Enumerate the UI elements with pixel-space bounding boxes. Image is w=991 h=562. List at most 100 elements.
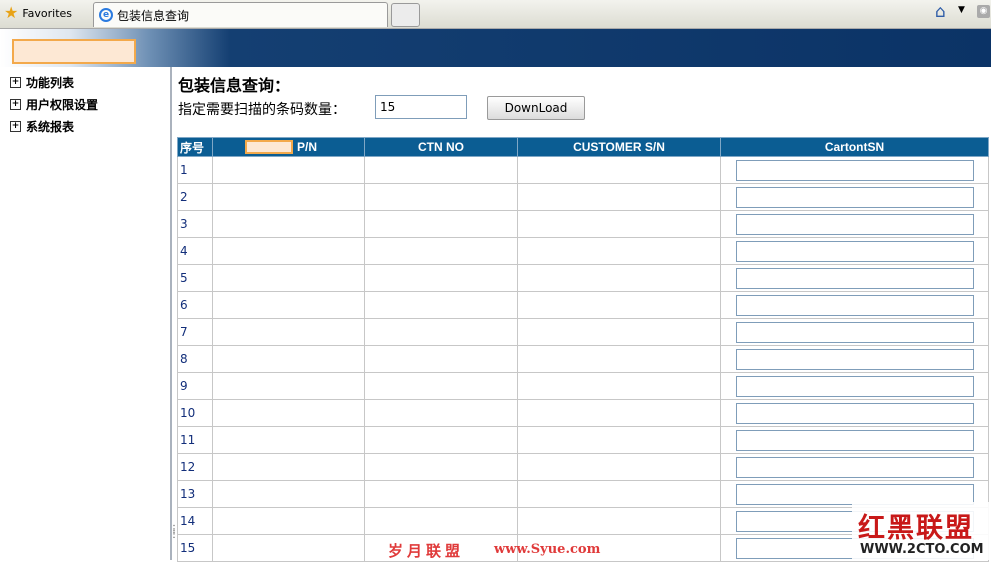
cell-customer-sn — [517, 237, 721, 265]
table-row: 11 — [177, 426, 989, 454]
cell-pn — [212, 534, 365, 562]
sidebar-item-label: 系统报表 — [26, 119, 75, 134]
table-row: 4 — [177, 237, 989, 265]
sidebar-item-function-list[interactable]: + 功能列表 — [10, 74, 74, 90]
cell-pn — [212, 210, 365, 238]
cell-customer-sn — [517, 480, 721, 508]
scan-count-input[interactable] — [375, 95, 467, 119]
table-row: 5 — [177, 264, 989, 292]
row-index: 5 — [177, 264, 213, 292]
cartont-sn-input[interactable] — [735, 240, 974, 262]
cell-ctn-no — [364, 183, 518, 211]
rss-icon[interactable]: ◉ — [977, 5, 990, 18]
cell-ctn-no — [364, 156, 518, 184]
cell-cartont-sn — [720, 345, 989, 373]
expand-icon[interactable]: + — [10, 120, 21, 132]
row-index: 3 — [177, 210, 213, 238]
cell-customer-sn — [517, 318, 721, 346]
cell-customer-sn — [517, 156, 721, 184]
table-row: 9 — [177, 372, 989, 400]
download-button[interactable]: DownLoad — [487, 96, 585, 120]
chevron-down-icon[interactable]: ▼ — [958, 5, 965, 15]
cell-ctn-no — [364, 345, 518, 373]
cartont-sn-input[interactable] — [735, 213, 974, 235]
header-banner — [0, 29, 991, 67]
page-title: 包装信息查询： — [178, 76, 291, 95]
cartont-sn-input[interactable] — [735, 186, 974, 208]
col-header-ctn-no: CTN NO — [364, 137, 518, 157]
cartont-sn-input[interactable] — [735, 321, 974, 343]
row-index: 15 — [177, 534, 213, 562]
cell-pn — [212, 399, 365, 427]
favorites-label: Favorites — [22, 6, 73, 20]
row-index: 6 — [177, 291, 213, 319]
cell-ctn-no — [364, 372, 518, 400]
row-index: 1 — [177, 156, 213, 184]
cartont-sn-input[interactable] — [735, 456, 974, 478]
watermark-syue-cn: 岁月联盟 — [388, 542, 465, 560]
cartont-sn-input[interactable] — [735, 294, 974, 316]
cartont-sn-input[interactable] — [735, 267, 974, 289]
cell-cartont-sn — [720, 156, 989, 184]
sidebar-item-system-reports[interactable]: + 系统报表 — [10, 118, 74, 134]
expand-icon[interactable]: + — [10, 76, 21, 88]
browser-tab[interactable]: e 包装信息查询 — [93, 2, 388, 27]
expand-icon[interactable]: + — [10, 98, 21, 110]
sidebar: + 功能列表 + 用户权限设置 + 系统报表 ⋮ ⋮ — [0, 67, 179, 560]
home-icon[interactable]: ⌂ — [935, 2, 953, 22]
row-index: 4 — [177, 237, 213, 265]
table-row: 3 — [177, 210, 989, 238]
cell-cartont-sn — [720, 426, 989, 454]
cell-ctn-no — [364, 210, 518, 238]
cell-ctn-no — [364, 264, 518, 292]
cell-ctn-no — [364, 399, 518, 427]
table-row: 6 — [177, 291, 989, 319]
cartont-sn-input[interactable] — [735, 348, 974, 370]
watermark-2cto-url: WWW.2CTO.COM — [860, 542, 984, 557]
table-row: 12 — [177, 453, 989, 481]
cell-pn — [212, 183, 365, 211]
cell-cartont-sn — [720, 264, 989, 292]
cell-cartont-sn — [720, 210, 989, 238]
col-header-index: 序号 — [177, 137, 213, 157]
row-index: 10 — [177, 399, 213, 427]
cell-ctn-no — [364, 237, 518, 265]
cell-pn — [212, 345, 365, 373]
cell-pn — [212, 372, 365, 400]
table-row: 7 — [177, 318, 989, 346]
cell-pn — [212, 480, 365, 508]
cell-customer-sn — [517, 453, 721, 481]
new-tab-button[interactable] — [391, 3, 420, 27]
row-index: 2 — [177, 183, 213, 211]
cell-pn — [212, 291, 365, 319]
cell-pn — [212, 318, 365, 346]
table-row: 2 — [177, 183, 989, 211]
col-header-pn: P/N — [212, 137, 365, 157]
row-index: 13 — [177, 480, 213, 508]
row-index: 11 — [177, 426, 213, 454]
row-index: 12 — [177, 453, 213, 481]
row-index: 7 — [177, 318, 213, 346]
cell-cartont-sn — [720, 183, 989, 211]
row-index: 8 — [177, 345, 213, 373]
tab-title: 包装信息查询 — [117, 8, 190, 23]
table-row: 8 — [177, 345, 989, 373]
cartont-sn-input[interactable] — [735, 159, 974, 181]
cell-ctn-no — [364, 480, 518, 508]
splitter-handle[interactable]: ⋮ ⋮ — [169, 525, 179, 547]
sidebar-item-user-permissions[interactable]: + 用户权限设置 — [10, 96, 98, 112]
pn-filter-input[interactable] — [245, 140, 293, 154]
cartont-sn-input[interactable] — [735, 402, 974, 424]
cell-customer-sn — [517, 507, 721, 535]
cartont-sn-input[interactable] — [735, 429, 974, 451]
star-icon: ★ — [4, 3, 19, 22]
cell-cartont-sn — [720, 372, 989, 400]
cartont-sn-input[interactable] — [735, 375, 974, 397]
watermark-2cto-logo: 红黑联盟 — [858, 513, 974, 544]
cell-cartont-sn — [720, 237, 989, 265]
cell-pn — [212, 507, 365, 535]
ie-icon: e — [99, 8, 113, 22]
favorites-button[interactable]: ★ Favorites — [4, 3, 72, 23]
cell-ctn-no — [364, 426, 518, 454]
col-header-pn-label: P/N — [297, 140, 318, 154]
